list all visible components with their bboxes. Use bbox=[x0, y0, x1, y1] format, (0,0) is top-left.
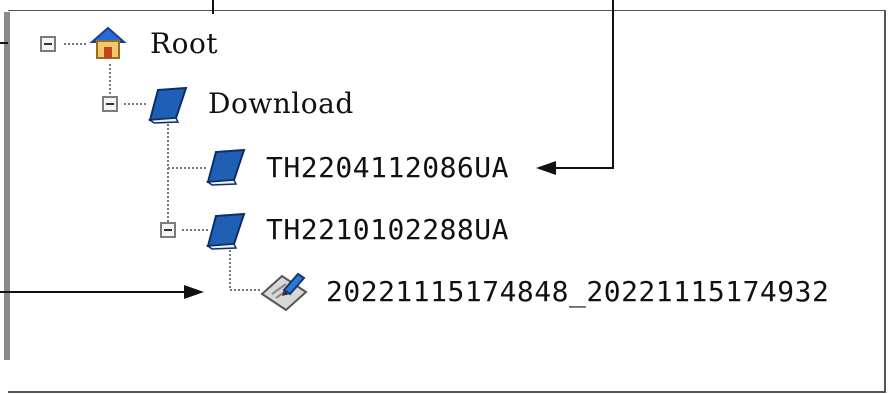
tree-node-folder-2[interactable]: TH2210102288UA bbox=[266, 216, 509, 244]
book-icon bbox=[206, 148, 246, 186]
tree-connectors bbox=[64, 43, 556, 299]
arrow-left-head bbox=[536, 161, 556, 175]
tree-node-record[interactable]: 20221115174848_20221115174932 bbox=[326, 278, 829, 306]
book-icon bbox=[148, 86, 188, 124]
folder-2-collapse-toggle[interactable] bbox=[160, 222, 176, 238]
tree-node-label: 20221115174848_20221115174932 bbox=[326, 275, 830, 308]
tree-node-label: Root bbox=[150, 27, 219, 60]
book-icon bbox=[206, 212, 246, 250]
tree-node-label: Download bbox=[208, 87, 354, 120]
arrow-right-head bbox=[184, 285, 204, 299]
root-collapse-toggle[interactable] bbox=[40, 36, 56, 52]
tree-node-label: TH2210102288UA bbox=[266, 213, 510, 246]
tree-node-download[interactable]: Download bbox=[208, 90, 354, 118]
tree-node-label: TH2204112086UA bbox=[266, 151, 510, 184]
download-collapse-toggle[interactable] bbox=[102, 96, 118, 112]
tree-node-folder-1[interactable]: TH2204112086UA bbox=[266, 154, 509, 182]
tree-node-root[interactable]: Root bbox=[150, 30, 218, 58]
home-icon bbox=[89, 26, 127, 59]
document-edit-icon bbox=[260, 272, 308, 312]
